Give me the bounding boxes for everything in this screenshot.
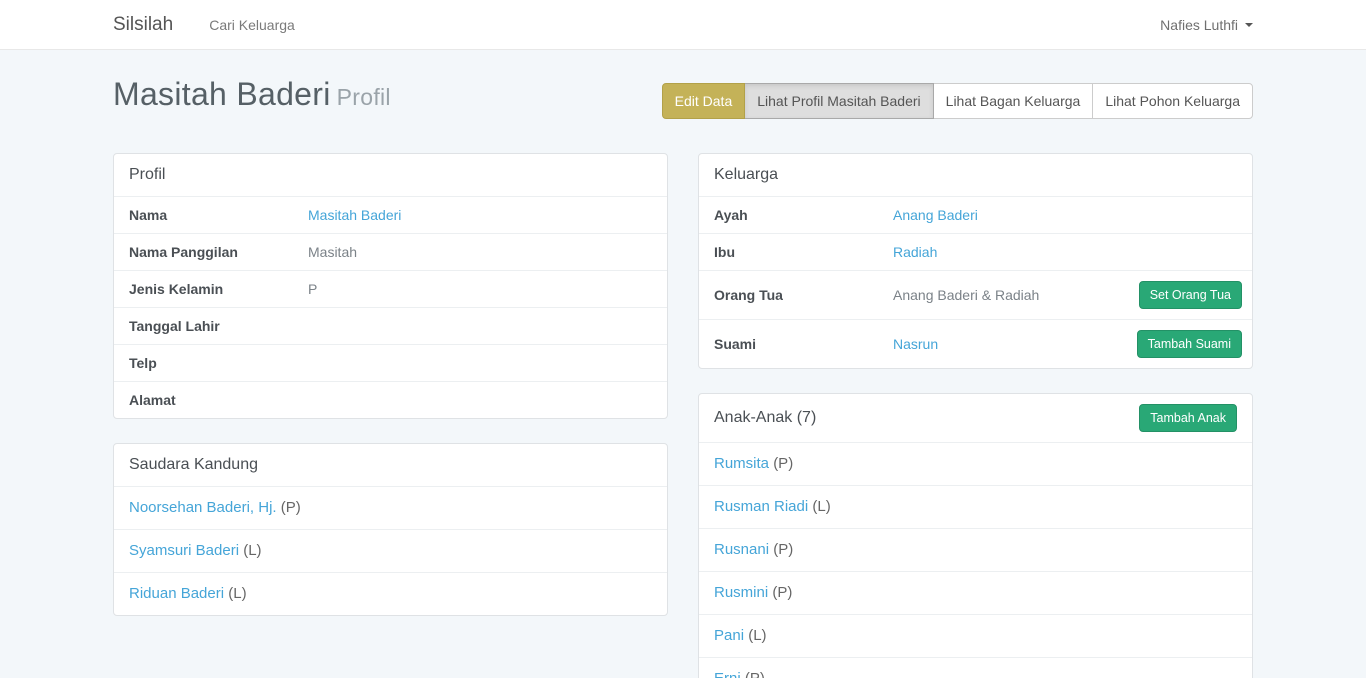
- brand-link[interactable]: Silsilah: [113, 14, 173, 36]
- family-panel: Keluarga Ayah Anang Baderi Ibu Radiah Or…: [698, 153, 1253, 369]
- child-link[interactable]: Rusman Riadi: [714, 498, 808, 515]
- view-family-chart-button[interactable]: Lihat Bagan Keluarga: [933, 83, 1094, 119]
- person-name: Masitah Baderi: [113, 76, 331, 112]
- father-link[interactable]: Anang Baderi: [893, 207, 978, 223]
- field-label: Ayah: [699, 197, 885, 234]
- table-row: Jenis Kelamin P: [114, 271, 667, 308]
- children-panel: Anak-Anak (7) Tambah Anak Rumsita (P) Ru…: [698, 393, 1253, 678]
- gender-label: (P): [773, 541, 793, 558]
- table-row: Orang Tua Anang Baderi & Radiah Set Oran…: [699, 271, 1252, 320]
- gender-label: (L): [243, 542, 261, 559]
- profile-name-link[interactable]: Masitah Baderi: [308, 207, 401, 223]
- gender-label: (P): [281, 499, 301, 516]
- table-row: Nama Panggilan Masitah: [114, 234, 667, 271]
- field-label: Nama: [114, 197, 300, 234]
- table-row: Ibu Radiah: [699, 234, 1252, 271]
- profile-panel: Profil Nama Masitah Baderi Nama Panggila…: [113, 153, 668, 419]
- sibling-link[interactable]: Riduan Baderi: [129, 585, 224, 602]
- field-label: Ibu: [699, 234, 885, 271]
- top-navbar: Silsilah Cari Keluarga Nafies Luthfi: [0, 0, 1366, 50]
- user-menu-dropdown[interactable]: Nafies Luthfi: [1160, 17, 1253, 33]
- list-item: Rusman Riadi (L): [699, 485, 1252, 528]
- list-item: Rusnani (P): [699, 528, 1252, 571]
- chevron-down-icon: [1245, 23, 1253, 27]
- page-subtitle: Profil: [337, 84, 391, 110]
- edit-data-button[interactable]: Edit Data: [662, 83, 746, 119]
- gender-label: (L): [748, 627, 766, 644]
- field-value: [300, 382, 667, 419]
- table-row: Tanggal Lahir: [114, 308, 667, 345]
- list-item: Riduan Baderi (L): [114, 572, 667, 615]
- profile-panel-title: Profil: [114, 154, 667, 196]
- user-name: Nafies Luthfi: [1160, 17, 1238, 33]
- add-husband-button[interactable]: Tambah Suami: [1137, 330, 1242, 358]
- children-panel-heading: Anak-Anak (7) Tambah Anak: [699, 394, 1252, 442]
- siblings-panel-title: Saudara Kandung: [114, 444, 667, 486]
- add-child-button[interactable]: Tambah Anak: [1139, 404, 1237, 432]
- field-label: Orang Tua: [699, 271, 885, 320]
- view-family-tree-button[interactable]: Lihat Pohon Keluarga: [1092, 83, 1253, 119]
- table-row: Telp: [114, 345, 667, 382]
- field-value: [300, 345, 667, 382]
- field-value: P: [300, 271, 667, 308]
- field-label: Alamat: [114, 382, 300, 419]
- gender-label: (L): [812, 498, 830, 515]
- field-label: Nama Panggilan: [114, 234, 300, 271]
- gender-label: (P): [772, 584, 792, 601]
- family-panel-title: Keluarga: [699, 154, 1252, 196]
- field-label: Suami: [699, 320, 885, 369]
- field-value: Masitah: [300, 234, 667, 271]
- table-row: Ayah Anang Baderi: [699, 197, 1252, 234]
- table-row: Alamat: [114, 382, 667, 419]
- list-item: Pani (L): [699, 614, 1252, 657]
- husband-link[interactable]: Nasrun: [893, 336, 938, 352]
- gender-label: (P): [745, 670, 765, 678]
- page-header: Masitah BaderiProfil Edit Data Lihat Pro…: [113, 72, 1253, 119]
- child-link[interactable]: Rumsita: [714, 455, 769, 472]
- table-row: Suami Nasrun Tambah Suami: [699, 320, 1252, 369]
- gender-label: (L): [228, 585, 246, 602]
- siblings-panel: Saudara Kandung Noorsehan Baderi, Hj. (P…: [113, 443, 668, 616]
- field-label: Tanggal Lahir: [114, 308, 300, 345]
- sibling-link[interactable]: Noorsehan Baderi, Hj.: [129, 499, 277, 516]
- child-link[interactable]: Erni: [714, 670, 741, 678]
- field-value: [300, 308, 667, 345]
- set-parents-button[interactable]: Set Orang Tua: [1139, 281, 1242, 309]
- list-item: Noorsehan Baderi, Hj. (P): [114, 486, 667, 529]
- profile-actions-group: Edit Data Lihat Profil Masitah Baderi Li…: [662, 83, 1253, 119]
- children-panel-title: Anak-Anak (7): [714, 409, 816, 427]
- list-item: Rumsita (P): [699, 442, 1252, 485]
- child-link[interactable]: Rusmini: [714, 584, 768, 601]
- field-label: Jenis Kelamin: [114, 271, 300, 308]
- page-title: Masitah BaderiProfil: [113, 72, 391, 119]
- list-item: Erni (P): [699, 657, 1252, 678]
- list-item: Syamsuri Baderi (L): [114, 529, 667, 572]
- parents-value: Anang Baderi & Radiah: [885, 271, 1120, 320]
- sibling-link[interactable]: Syamsuri Baderi: [129, 542, 239, 559]
- table-row: Nama Masitah Baderi: [114, 197, 667, 234]
- gender-label: (P): [773, 455, 793, 472]
- mother-link[interactable]: Radiah: [893, 244, 937, 260]
- list-item: Rusmini (P): [699, 571, 1252, 614]
- view-profile-button[interactable]: Lihat Profil Masitah Baderi: [744, 83, 933, 119]
- field-label: Telp: [114, 345, 300, 382]
- child-link[interactable]: Rusnani: [714, 541, 769, 558]
- nav-link-cari-keluarga[interactable]: Cari Keluarga: [209, 17, 295, 33]
- child-link[interactable]: Pani: [714, 627, 744, 644]
